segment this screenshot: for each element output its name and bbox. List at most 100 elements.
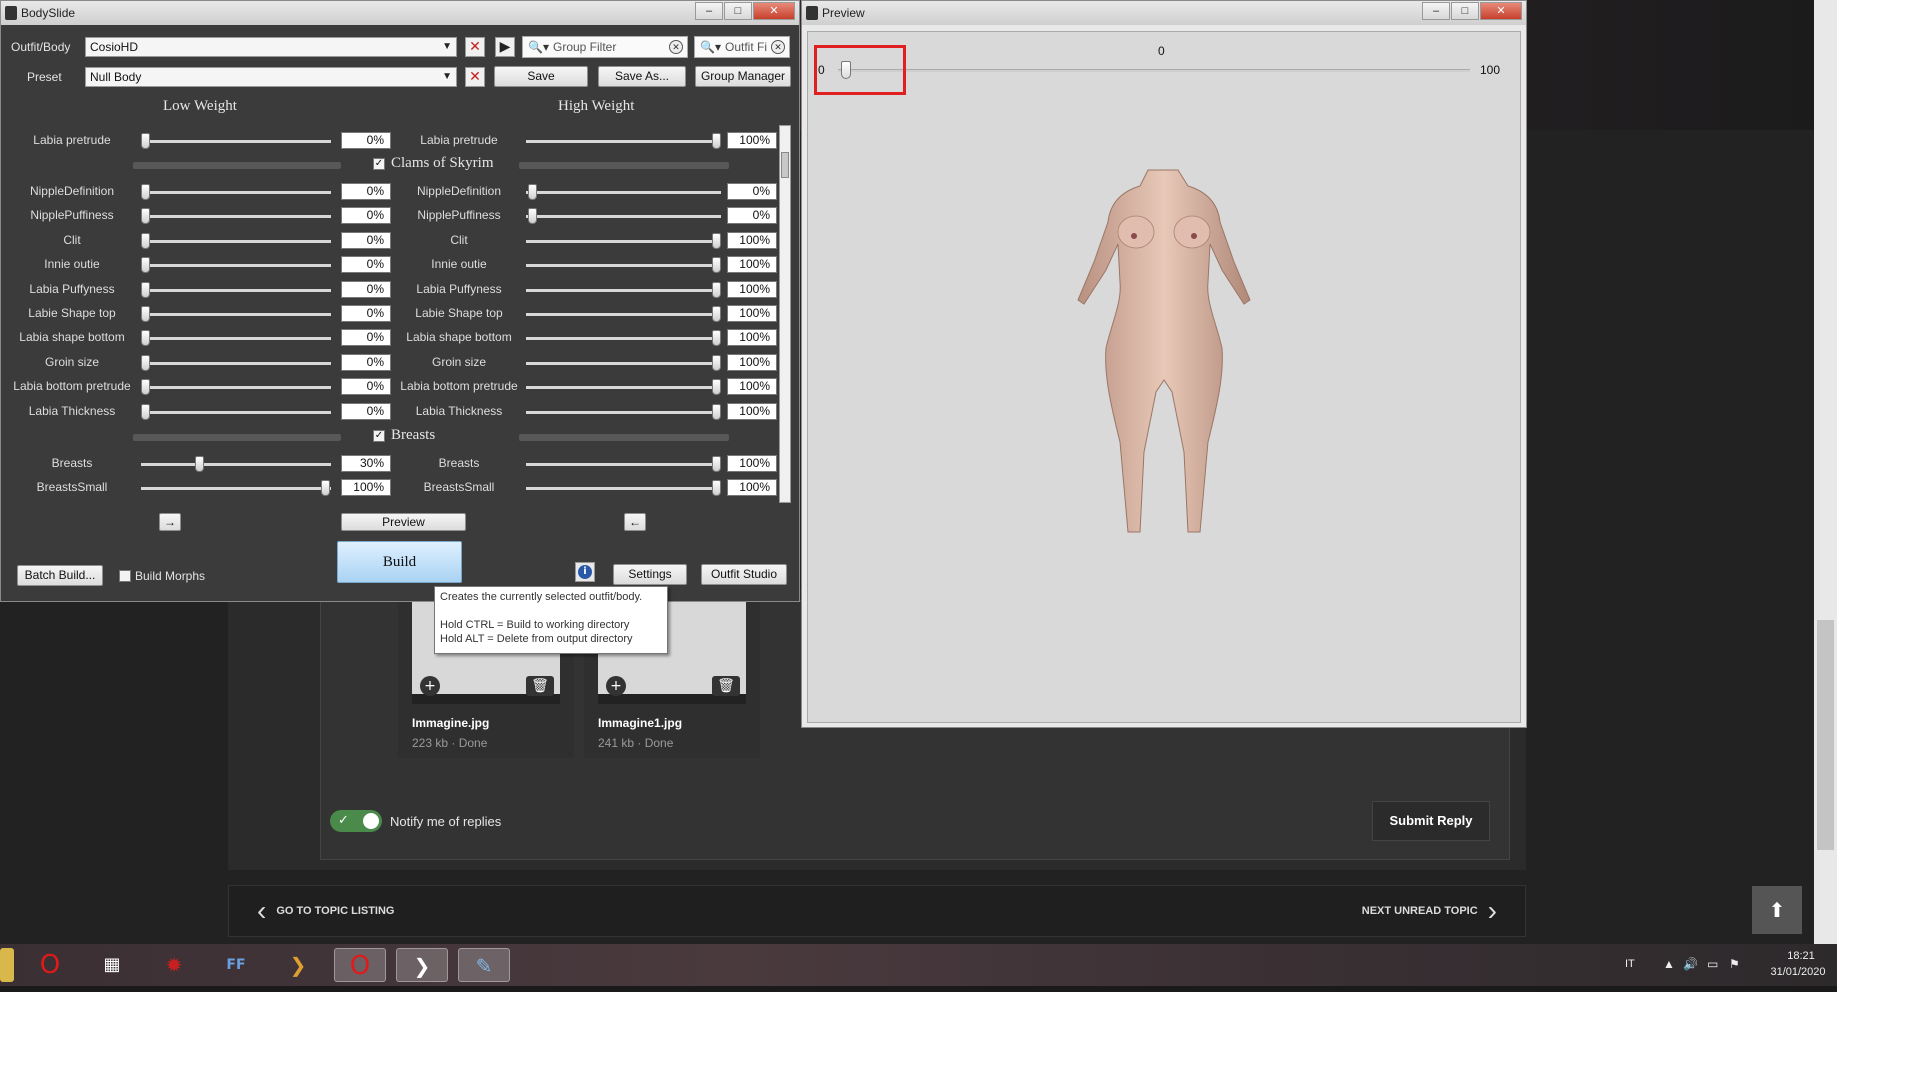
low-slider-handle[interactable] xyxy=(141,208,150,225)
group-manager-button[interactable]: Group Manager xyxy=(695,66,791,87)
high-value-field[interactable]: 100% xyxy=(727,280,777,298)
low-slider-track[interactable] xyxy=(141,410,331,414)
build-morphs-option[interactable]: Build Morphs xyxy=(119,569,205,583)
high-value-field[interactable]: 100% xyxy=(727,132,777,149)
low-slider-track[interactable] xyxy=(141,386,331,390)
high-slider-track[interactable] xyxy=(526,140,721,143)
high-value-field[interactable]: 100% xyxy=(727,402,777,420)
slider-scrollbar[interactable] xyxy=(779,125,791,503)
preview-canvas[interactable]: 0 0 100 xyxy=(807,31,1521,723)
low-slider-track[interactable] xyxy=(141,487,331,491)
action-center-flag-icon[interactable]: ⚑ xyxy=(1729,957,1740,971)
clear-filter-icon[interactable]: ✕ xyxy=(771,40,785,54)
paint-active-icon[interactable]: ✎ xyxy=(458,948,510,982)
ffdec-icon[interactable]: FF xyxy=(210,948,262,982)
low-value-field[interactable]: 0% xyxy=(341,256,391,274)
scrollbar-thumb[interactable] xyxy=(1817,620,1834,850)
settings-button[interactable]: Settings xyxy=(613,564,687,585)
high-slider-handle[interactable] xyxy=(712,281,721,298)
save-button[interactable]: Save xyxy=(494,66,588,87)
delete-attachment-icon[interactable]: 🗑 xyxy=(526,676,554,696)
language-indicator[interactable]: IT xyxy=(1625,958,1635,970)
low-slider-handle[interactable] xyxy=(195,456,204,472)
low-slider-handle[interactable] xyxy=(321,480,330,497)
high-slider-handle[interactable] xyxy=(528,184,537,200)
maximize-button[interactable]: □ xyxy=(1451,2,1479,20)
opera-active-icon[interactable]: O xyxy=(334,948,386,982)
clear-filter-icon[interactable]: ✕ xyxy=(669,40,683,54)
high-value-field[interactable]: 100% xyxy=(727,455,777,472)
preview-button[interactable]: Preview xyxy=(341,513,466,531)
high-slider-track[interactable] xyxy=(526,313,721,316)
delete-preset-button[interactable]: ✕ xyxy=(465,67,485,87)
high-slider-track[interactable] xyxy=(526,337,721,341)
build-morphs-checkbox[interactable] xyxy=(119,570,131,582)
group-filter-input[interactable]: 🔍▾ Group Filter ✕ xyxy=(522,36,688,58)
build-button[interactable]: Build xyxy=(337,541,462,583)
copy-low-to-high-button[interactable]: → xyxy=(159,513,181,531)
low-slider-handle[interactable] xyxy=(141,257,150,274)
high-slider-track[interactable] xyxy=(526,386,721,390)
insert-attachment-icon[interactable]: + xyxy=(420,676,440,696)
low-slider-handle[interactable] xyxy=(141,184,150,200)
bodyslide-active-icon[interactable]: ❯ xyxy=(396,948,448,982)
insert-attachment-icon[interactable]: + xyxy=(606,676,626,696)
high-value-field[interactable]: 100% xyxy=(727,329,777,347)
settings-wheel-icon[interactable]: ✹ xyxy=(148,948,200,982)
low-slider-track[interactable] xyxy=(141,264,331,268)
high-slider-track[interactable] xyxy=(526,239,721,243)
low-slider-track[interactable] xyxy=(141,337,331,341)
high-slider-track[interactable] xyxy=(526,361,721,365)
low-slider-track[interactable] xyxy=(141,239,331,243)
minimize-button[interactable]: – xyxy=(1422,2,1450,20)
high-value-field[interactable]: 100% xyxy=(727,256,777,274)
high-slider-track[interactable] xyxy=(526,288,721,292)
close-button[interactable]: ✕ xyxy=(1480,2,1522,20)
group-checkbox[interactable]: ✓ xyxy=(373,157,385,170)
save-as-button[interactable]: Save As... xyxy=(598,66,686,87)
maximize-button[interactable]: □ xyxy=(724,2,752,20)
start-button[interactable] xyxy=(0,948,14,982)
high-value-field[interactable]: 100% xyxy=(727,479,777,497)
page-scrollbar[interactable] xyxy=(1814,0,1837,952)
outfit-action-button[interactable]: ▶ xyxy=(495,37,515,57)
low-value-field[interactable]: 30% xyxy=(341,455,391,472)
opera-icon[interactable]: O xyxy=(24,948,76,982)
low-slider-handle[interactable] xyxy=(141,379,150,396)
high-value-field[interactable]: 0% xyxy=(727,207,777,225)
high-slider-track[interactable] xyxy=(526,264,721,268)
low-slider-track[interactable] xyxy=(141,361,331,365)
low-slider-handle[interactable] xyxy=(141,232,150,249)
high-slider-handle[interactable] xyxy=(712,306,721,322)
low-slider-handle[interactable] xyxy=(141,403,150,420)
outfit-body-select[interactable]: CosioHD ▼ xyxy=(85,37,457,57)
delete-attachment-icon[interactable]: 🗑 xyxy=(712,676,740,696)
clock-time[interactable]: 18:21 xyxy=(1771,950,1831,962)
low-slider-track[interactable] xyxy=(141,288,331,292)
high-slider-track[interactable] xyxy=(526,410,721,414)
go-to-topic-listing-link[interactable]: ‹ GO TO TOPIC LISTING xyxy=(247,886,395,936)
scrollbar-thumb[interactable] xyxy=(781,152,789,178)
bodyslide-titlebar[interactable]: BodySlide – □ ✕ xyxy=(1,1,799,25)
volume-icon[interactable]: 🔊 xyxy=(1683,957,1698,971)
high-slider-handle[interactable] xyxy=(712,232,721,249)
high-value-field[interactable]: 0% xyxy=(727,183,777,200)
low-slider-handle[interactable] xyxy=(141,354,150,371)
clock-date[interactable]: 31/01/2020 xyxy=(1763,966,1833,978)
low-value-field[interactable]: 0% xyxy=(341,329,391,347)
next-unread-topic-link[interactable]: NEXT UNREAD TOPIC › xyxy=(1362,886,1507,936)
info-button[interactable]: i xyxy=(575,562,595,582)
bodyslide-pinned-icon[interactable]: ❯ xyxy=(272,948,324,982)
low-value-field[interactable]: 0% xyxy=(341,353,391,371)
high-slider-handle[interactable] xyxy=(712,330,721,347)
high-slider-track[interactable] xyxy=(526,487,721,491)
low-value-field[interactable]: 0% xyxy=(341,305,391,322)
low-value-field[interactable]: 0% xyxy=(341,183,391,200)
low-slider-handle[interactable] xyxy=(141,330,150,347)
high-slider-handle[interactable] xyxy=(712,354,721,371)
low-slider-track[interactable] xyxy=(141,191,331,194)
low-value-field[interactable]: 0% xyxy=(341,231,391,249)
show-hidden-icons-icon[interactable]: ▲ xyxy=(1663,957,1675,971)
high-slider-track[interactable] xyxy=(526,463,721,466)
low-slider-track[interactable] xyxy=(141,313,331,316)
